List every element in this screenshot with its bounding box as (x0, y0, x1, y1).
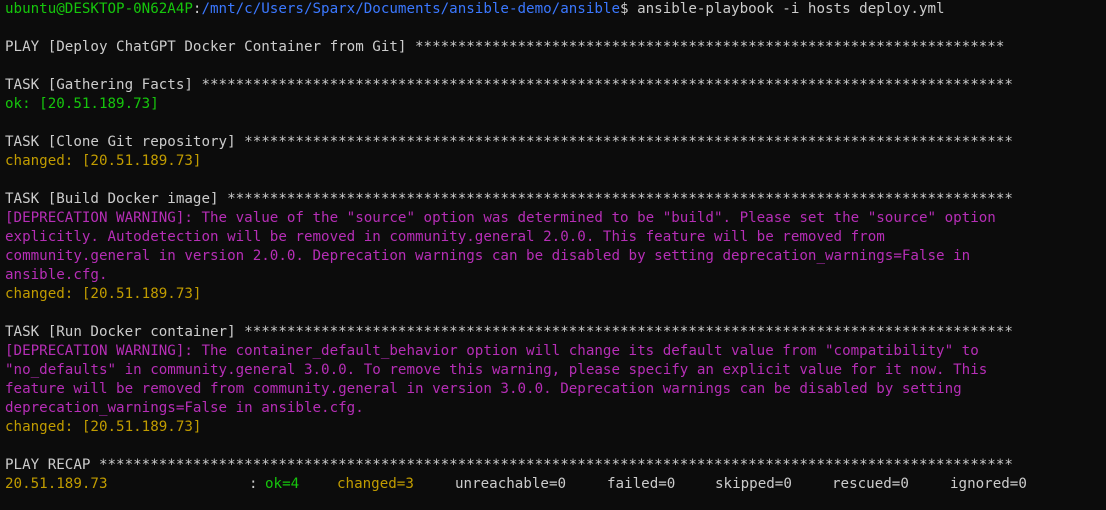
play-header: PLAY [Deploy ChatGPT Docker Container fr… (5, 39, 1005, 55)
prompt-path: /mnt/c/Users/Sparx/Documents/ansible-dem… (201, 1, 621, 17)
deprecation-warning-line: explicitly. Autodetection will be remove… (5, 229, 885, 245)
task-header-run-container: TASK [Run Docker container] ************… (5, 324, 1013, 340)
recap-ignored: ignored=0 (950, 476, 1027, 492)
task-result-changed: changed: [20.51.189.73] (5, 286, 202, 302)
recap-rescued: rescued=0 (832, 476, 909, 492)
command-prompt-line: ubuntu@DESKTOP-0N62A4P:/mnt/c/Users/Spar… (5, 0, 1103, 19)
play-recap-header: PLAY RECAP *****************************… (5, 457, 1013, 473)
task-result-changed: changed: [20.51.189.73] (5, 153, 202, 169)
task-header-clone-repo: TASK [Clone Git repository] ************… (5, 134, 1013, 150)
command-text: ansible-playbook -i hosts deploy.yml (628, 1, 945, 17)
recap-host: 20.51.189.73 (5, 476, 108, 492)
recap-failed: failed=0 (607, 476, 676, 492)
recap-skipped: skipped=0 (715, 476, 792, 492)
terminal-output[interactable]: ubuntu@DESKTOP-0N62A4P: /mnt/c/Users/Spar… (5, 0, 1103, 510)
task-result-changed: changed: [20.51.189.73] (5, 419, 202, 435)
prompt-dollar: $ (620, 1, 629, 17)
recap-unreachable: unreachable=0 (455, 476, 567, 492)
deprecation-warning-line: feature will be removed from community.g… (5, 381, 962, 397)
deprecation-warning-line: [DEPRECATION WARNING]: The value of the … (5, 210, 996, 226)
deprecation-warning-line: deprecation_warnings=False in ansible.cf… (5, 400, 364, 416)
deprecation-warning-line: "no_defaults" in community.general 3.0.0… (5, 362, 988, 378)
task-header-gathering-facts: TASK [Gathering Facts] *****************… (5, 77, 1013, 93)
recap-ok: ok=4 (265, 476, 300, 492)
deprecation-warning-line: community.general in version 2.0.0. Depr… (5, 248, 971, 264)
task-header-build-image: TASK [Build Docker image] **************… (5, 191, 1013, 207)
deprecation-warning-line: ansible.cfg. (5, 267, 108, 283)
recap-changed: changed=3 (337, 476, 414, 492)
task-result-ok: ok: [20.51.189.73] (5, 96, 159, 112)
deprecation-warning-line: [DEPRECATION WARNING]: The container_def… (5, 343, 979, 359)
recap-row: 20.51.189.73 : ok=4 changed=3 unreachabl… (5, 475, 1103, 494)
recap-colon: : (249, 476, 258, 492)
prompt-userhost: ubuntu@DESKTOP-0N62A4P (5, 1, 193, 17)
